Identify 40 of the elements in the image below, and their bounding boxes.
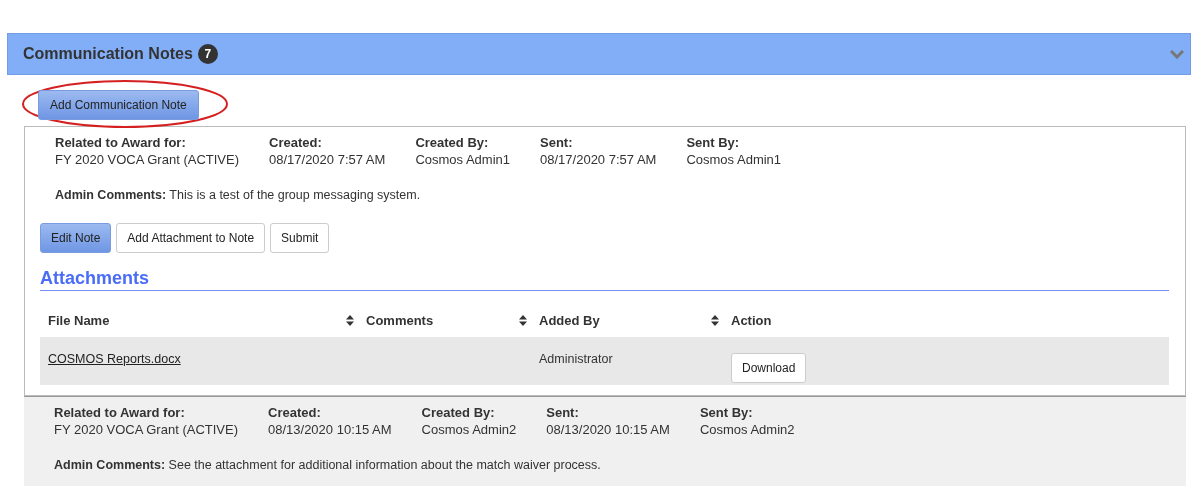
column-header[interactable]: Added By <box>539 310 731 331</box>
section-header[interactable]: Communication Notes 7 <box>7 33 1191 75</box>
column-header[interactable]: File Name <box>48 310 366 331</box>
note-button[interactable]: Submit <box>270 223 330 253</box>
note-button[interactable]: Add Attachment to Note <box>116 223 266 253</box>
field-label: Created: <box>269 135 322 151</box>
field-value: Cosmos Admin1 <box>415 151 511 169</box>
field-value: 08/17/2020 7:57 AM <box>540 151 657 169</box>
table-cell: Administrator <box>539 352 613 366</box>
field-label: Sent By: <box>699 405 753 421</box>
field-value: Cosmos Admin2 <box>421 421 517 439</box>
column-header[interactable]: Action <box>731 310 1161 331</box>
field-value: 08/17/2020 7:57 AM <box>269 151 386 169</box>
sort-icon[interactable] <box>346 315 354 326</box>
field-value: FY 2020 VOCA Grant (ACTIVE) <box>55 151 239 169</box>
field-label: Created: <box>268 405 321 421</box>
file-link[interactable]: COSMOS Reports.docx <box>48 352 181 366</box>
sort-icon[interactable] <box>519 315 527 326</box>
admin-comments: Admin Comments: See the attachment for additional information about the match waiver process. <box>54 458 601 472</box>
field-value: 08/13/2020 10:15 AM <box>268 421 392 439</box>
field-value: FY 2020 VOCA Grant (ACTIVE) <box>54 421 238 439</box>
field-label: Created By: <box>415 135 489 151</box>
section-title: Communication Notes <box>23 44 193 64</box>
sort-icon[interactable] <box>711 315 719 326</box>
field-label: Related to Award for: <box>54 405 185 421</box>
field-label: Sent By: <box>686 135 740 151</box>
attachments-heading: Attachments <box>40 267 1169 291</box>
field-value: Cosmos Admin2 <box>699 421 795 439</box>
download-button[interactable]: Download <box>731 353 807 383</box>
field-label: Sent: <box>546 405 579 421</box>
field-value: 08/13/2020 10:15 AM <box>546 421 670 439</box>
field-label: Related to Award for: <box>55 135 186 151</box>
field-label: Sent: <box>540 135 573 151</box>
field-label: Created By: <box>421 405 495 421</box>
field-value: Cosmos Admin1 <box>686 151 782 169</box>
add-note-button[interactable]: Add Communication Note <box>38 90 199 120</box>
admin-comments: Admin Comments: This is a test of the group messaging system. <box>55 188 421 202</box>
count-badge: 7 <box>197 44 218 64</box>
column-header[interactable]: Comments <box>366 310 539 331</box>
note-button[interactable]: Edit Note <box>40 223 112 253</box>
